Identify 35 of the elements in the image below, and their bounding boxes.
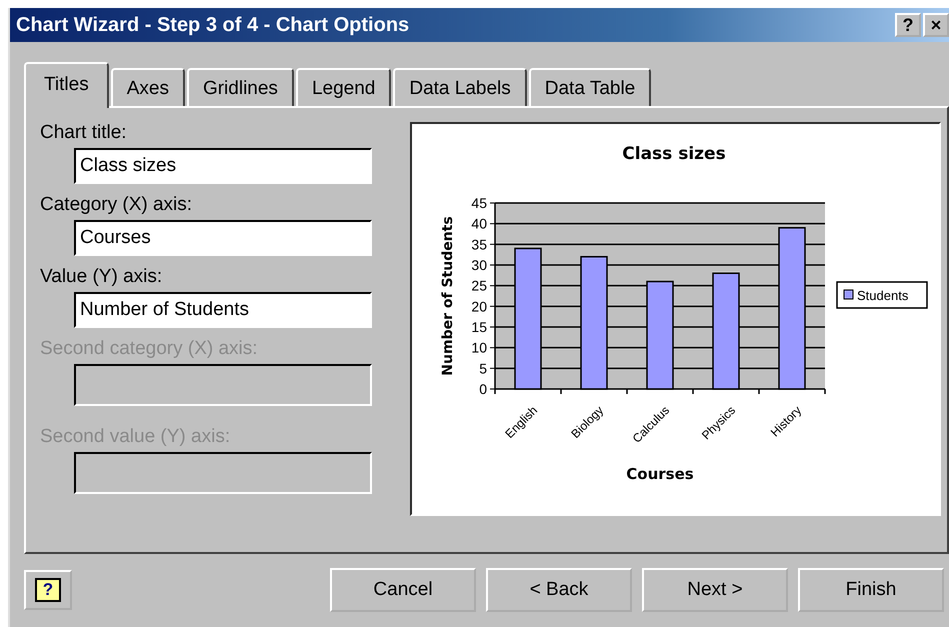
input-field[interactable]: Courses: [74, 220, 372, 256]
input-field[interactable]: Number of Students: [74, 292, 372, 328]
y-tick-label: 20: [471, 298, 487, 314]
tab[interactable]: Gridlines: [186, 68, 294, 106]
field-label: Value (Y) axis:: [40, 266, 164, 288]
y-tick-label: 45: [471, 195, 487, 211]
tab[interactable]: Axes: [110, 68, 185, 106]
dialog-button[interactable]: Finish: [798, 568, 944, 612]
help-button[interactable]: ?: [24, 570, 72, 610]
field-label: Chart title:: [40, 122, 128, 144]
chart-title: Class sizes: [622, 144, 726, 164]
close-button[interactable]: ×: [923, 13, 949, 37]
legend-label: Students: [857, 288, 908, 303]
help-icon: ?: [35, 578, 61, 602]
input-field[interactable]: Class sizes: [74, 148, 372, 184]
y-tick-label: 25: [471, 278, 487, 294]
dialog-button[interactable]: Next >: [642, 568, 788, 612]
y-tick-label: 0: [479, 381, 487, 397]
y-tick-label: 35: [471, 236, 487, 252]
y-tick-label: 40: [471, 216, 487, 232]
y-tick-label: 5: [479, 360, 487, 376]
y-tick-label: 15: [471, 319, 487, 335]
tab[interactable]: Data Table: [528, 68, 652, 106]
help-button[interactable]: ?: [895, 13, 921, 37]
dialog-button[interactable]: Cancel: [330, 568, 476, 612]
tab[interactable]: Data Labels: [393, 68, 527, 106]
x-axis-title: Courses: [626, 465, 694, 483]
tab[interactable]: Titles: [24, 62, 109, 108]
tab[interactable]: Legend: [296, 68, 392, 106]
window-title: Chart Wizard - Step 3 of 4 - Chart Options: [16, 14, 410, 36]
y-axis-title: Number of Students: [440, 216, 456, 376]
y-tick-label: 30: [471, 257, 487, 273]
field-label: Category (X) axis:: [40, 194, 194, 216]
y-tick-label: 10: [471, 340, 487, 356]
dialog-button[interactable]: < Back: [486, 568, 632, 612]
